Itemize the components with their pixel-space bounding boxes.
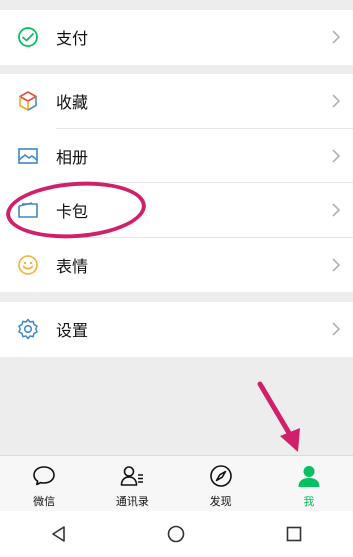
smiley-icon	[16, 253, 40, 277]
image-icon	[16, 144, 40, 168]
chevron-right-icon	[332, 322, 341, 336]
menu-item-favorites[interactable]: 收藏	[0, 74, 353, 129]
tab-contacts[interactable]: 通讯录	[88, 456, 176, 511]
wechat-me-screen: 支付 收藏 相册 卡包 表情 设置 微信 通讯录 发现 我	[0, 0, 353, 557]
gear-icon	[16, 317, 40, 341]
compass-icon	[208, 463, 234, 489]
tab-chats[interactable]: 微信	[0, 456, 88, 511]
recents-icon[interactable]	[274, 514, 314, 554]
tab-label: 通讯录	[115, 495, 149, 508]
tab-discover[interactable]: 发现	[177, 456, 265, 511]
menu-item-album[interactable]: 相册	[0, 129, 353, 183]
menu-item-label: 表情	[56, 256, 89, 276]
menu-item-pay[interactable]: 支付	[0, 10, 353, 65]
menu-item-label: 相册	[56, 147, 89, 167]
cube-icon	[16, 89, 40, 113]
bottom-tab-bar: 微信 通讯录 发现 我	[0, 455, 353, 511]
chevron-right-icon	[332, 30, 341, 44]
menu-group-settings: 设置	[0, 302, 353, 357]
chevron-right-icon	[332, 203, 341, 217]
chevron-right-icon	[332, 149, 341, 163]
system-nav-bar	[0, 511, 353, 557]
menu-group-main: 收藏 相册 卡包 表情	[0, 74, 353, 292]
tab-label: 我	[303, 495, 315, 508]
tab-label: 微信	[33, 495, 56, 508]
menu-item-label: 支付	[56, 29, 89, 49]
pay-icon	[16, 25, 40, 49]
menu-item-stickers[interactable]: 表情	[0, 238, 353, 293]
person-icon	[296, 463, 322, 489]
tab-me[interactable]: 我	[265, 456, 353, 511]
tab-label: 发现	[209, 495, 232, 508]
chevron-right-icon	[332, 94, 341, 108]
back-icon[interactable]	[39, 514, 79, 554]
contacts-icon	[119, 463, 145, 489]
menu-group-pay: 支付	[0, 10, 353, 65]
arrow-annotation-icon	[257, 381, 300, 452]
menu-item-label: 设置	[56, 321, 89, 341]
chat-bubble-icon	[31, 463, 57, 489]
home-icon[interactable]	[156, 514, 196, 554]
chevron-right-icon	[332, 258, 341, 272]
menu-item-label: 收藏	[56, 93, 89, 113]
menu-item-settings[interactable]: 设置	[0, 302, 353, 357]
